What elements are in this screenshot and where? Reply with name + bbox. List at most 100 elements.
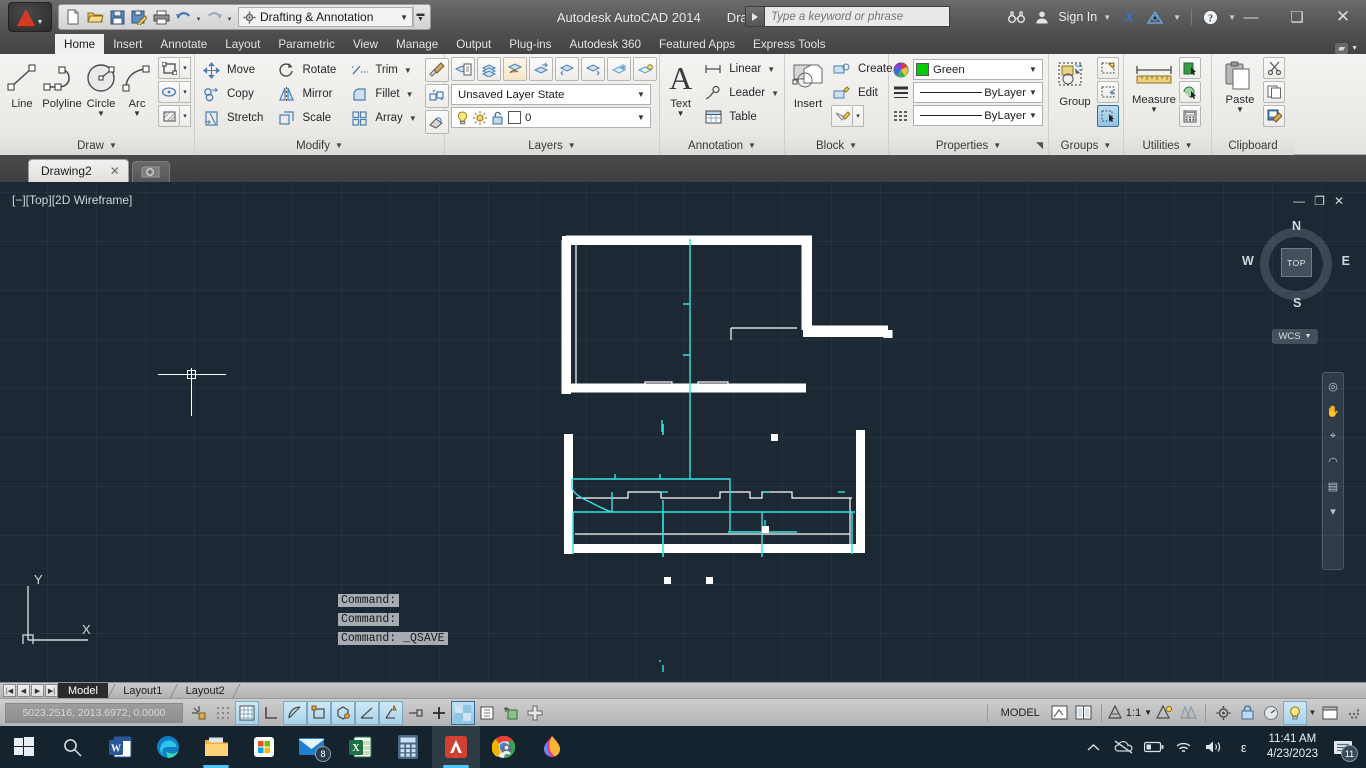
pan-hand-icon[interactable]: ✋ [1325, 403, 1341, 419]
search-binoculars-icon[interactable] [1004, 5, 1028, 29]
ortho-mode-icon[interactable] [259, 701, 283, 725]
edit-block-button[interactable]: Edit [829, 81, 895, 105]
dynamic-ucs-icon[interactable] [379, 700, 403, 725]
chevron-down-icon[interactable]: ▼ [677, 110, 685, 118]
taskbar-file-explorer[interactable] [192, 726, 240, 768]
line-button[interactable]: Line [3, 57, 41, 135]
viewcube-east-label[interactable]: E [1342, 254, 1350, 268]
zoom-extents-icon[interactable]: ⌖ [1325, 428, 1341, 444]
autodesk-360-icon[interactable] [1143, 5, 1167, 29]
panel-caption-annotation[interactable]: Annotation ▼ [660, 136, 784, 155]
panel-caption-clipboard[interactable]: Clipboard [1212, 136, 1294, 155]
group-button[interactable]: Group [1054, 57, 1096, 135]
notification-center-button[interactable]: 11 [1326, 726, 1360, 768]
layer-properties-icon[interactable] [451, 57, 475, 81]
calculator-icon[interactable] [1179, 105, 1201, 127]
text-button[interactable]: A Text ▼ [663, 57, 698, 135]
show-hidden-icons[interactable] [1079, 726, 1109, 768]
panel-caption-block[interactable]: Block ▼ [785, 136, 888, 155]
object-color-combo[interactable]: Green ▼ [913, 59, 1043, 80]
chevron-down-icon[interactable]: ▼ [849, 141, 857, 150]
showmotion-icon[interactable]: ▤ [1325, 478, 1341, 494]
tab-manage[interactable]: Manage [387, 34, 447, 54]
steering-wheel-icon[interactable]: ◎ [1325, 378, 1341, 394]
chevron-down-icon[interactable]: ▾ [853, 105, 864, 127]
taskbar-autocad[interactable] [432, 726, 480, 768]
chevron-down-icon[interactable]: ▼ [133, 110, 141, 118]
group-edit-icon[interactable] [1097, 81, 1119, 103]
chevron-down-icon[interactable]: ▼ [1026, 88, 1040, 97]
lineweight-combo[interactable]: ByLayer ▼ [913, 82, 1043, 103]
chevron-down-icon[interactable]: ▼ [409, 114, 417, 123]
panel-caption-utilities[interactable]: Utilities ▼ [1124, 136, 1211, 155]
measure-button[interactable]: Measure ▼ [1130, 57, 1178, 135]
annotation-visibility-icon[interactable] [1152, 701, 1176, 725]
rotate-button[interactable]: Rotate [273, 58, 338, 82]
polyline-button[interactable]: Polyline [41, 57, 83, 135]
selection-cycling-icon[interactable] [475, 701, 499, 725]
mirror-button[interactable]: Mirror [273, 82, 338, 106]
linetype-combo[interactable]: ByLayer ▼ [913, 105, 1043, 126]
chevron-down-icon[interactable]: ▼ [1103, 13, 1111, 22]
chevron-down-icon[interactable]: ▼ [568, 141, 576, 150]
model-space-label[interactable]: MODEL [993, 707, 1048, 719]
close-icon[interactable]: ✕ [110, 164, 120, 178]
trim-button[interactable]: Trim ▼ [346, 58, 418, 82]
coordinates-display[interactable]: 5023.2516, 2013.6972, 0.0000 [5, 702, 183, 723]
layer-freeze-icon[interactable] [607, 57, 631, 81]
panel-caption-properties[interactable]: Properties ▼ ◥ [889, 136, 1048, 155]
new-icon[interactable] [62, 6, 84, 28]
ime-indicator[interactable]: ε [1229, 726, 1259, 768]
chevron-down-icon[interactable]: ▼ [1305, 333, 1312, 340]
polar-tracking-icon[interactable] [283, 700, 307, 725]
rectangle-button[interactable]: ▾ [158, 57, 191, 79]
chevron-down-icon[interactable]: ▼ [1150, 106, 1158, 114]
arc-button[interactable]: Arc ▼ [119, 57, 155, 135]
tab-plugins[interactable]: Plug-ins [500, 34, 560, 54]
chevron-down-icon[interactable]: ▼ [1026, 111, 1040, 120]
chevron-down-icon[interactable]: ▼ [767, 65, 775, 74]
infer-constraints-icon[interactable] [187, 701, 211, 725]
chevron-down-icon[interactable]: ▼ [400, 13, 408, 22]
taskbar-microsoft-store[interactable] [240, 726, 288, 768]
tab-featured-apps[interactable]: Featured Apps [650, 34, 744, 54]
save-icon[interactable] [106, 6, 128, 28]
chevron-down-icon[interactable]: ▼ [634, 113, 648, 122]
layer-unisolate-icon[interactable] [581, 57, 605, 81]
chevron-down-icon[interactable]: ▼ [404, 66, 412, 75]
ellipse-button[interactable]: ▾ [158, 81, 191, 103]
chevron-down-icon[interactable]: ▼ [1236, 106, 1244, 114]
tab-view[interactable]: View [344, 34, 387, 54]
chevron-down-icon[interactable]: ▼ [335, 141, 343, 150]
help-icon[interactable]: ? [1198, 5, 1222, 29]
viewcube-west-label[interactable]: W [1242, 254, 1254, 268]
layout-space-icon[interactable] [1072, 701, 1096, 725]
maximize-button[interactable]: ❑ [1274, 0, 1320, 34]
model-space-icon[interactable] [1048, 701, 1072, 725]
exchange-apps-icon[interactable]: X [1117, 5, 1141, 29]
close-button[interactable]: ✕ [1320, 0, 1366, 34]
taskbar-search-button[interactable] [48, 726, 96, 768]
user-avatar-icon[interactable] [1030, 5, 1054, 29]
taskbar-chrome[interactable] [480, 726, 528, 768]
taskbar-mail[interactable]: 8 [288, 726, 336, 768]
taskbar-calculator[interactable] [384, 726, 432, 768]
workspace-gear-icon[interactable] [1211, 701, 1235, 725]
viewcube-north-label[interactable]: N [1292, 219, 1301, 233]
onedrive-paused-icon[interactable] [1109, 726, 1139, 768]
transparency-icon[interactable] [451, 700, 475, 725]
group-selection-on-icon[interactable] [1097, 105, 1119, 127]
lock-toolbar-icon[interactable] [1235, 701, 1259, 725]
chevron-down-icon[interactable]: ▾ [180, 57, 191, 79]
save-as-icon[interactable] [128, 6, 150, 28]
layout-tab-layout1[interactable]: Layout1 [115, 683, 170, 699]
navbar-customize-icon[interactable]: ▾ [1325, 503, 1341, 519]
new-tab-button[interactable] [131, 161, 170, 182]
search-dropdown-button[interactable] [745, 6, 765, 27]
viewcube-top-face[interactable]: TOP [1281, 248, 1312, 277]
tab-home[interactable]: Home [55, 34, 105, 54]
chevron-down-icon[interactable]: ▼ [1103, 141, 1111, 150]
search-box[interactable] [745, 6, 950, 27]
chevron-down-icon[interactable]: ▼ [406, 90, 414, 99]
chevron-down-icon[interactable]: ▼ [109, 141, 117, 150]
